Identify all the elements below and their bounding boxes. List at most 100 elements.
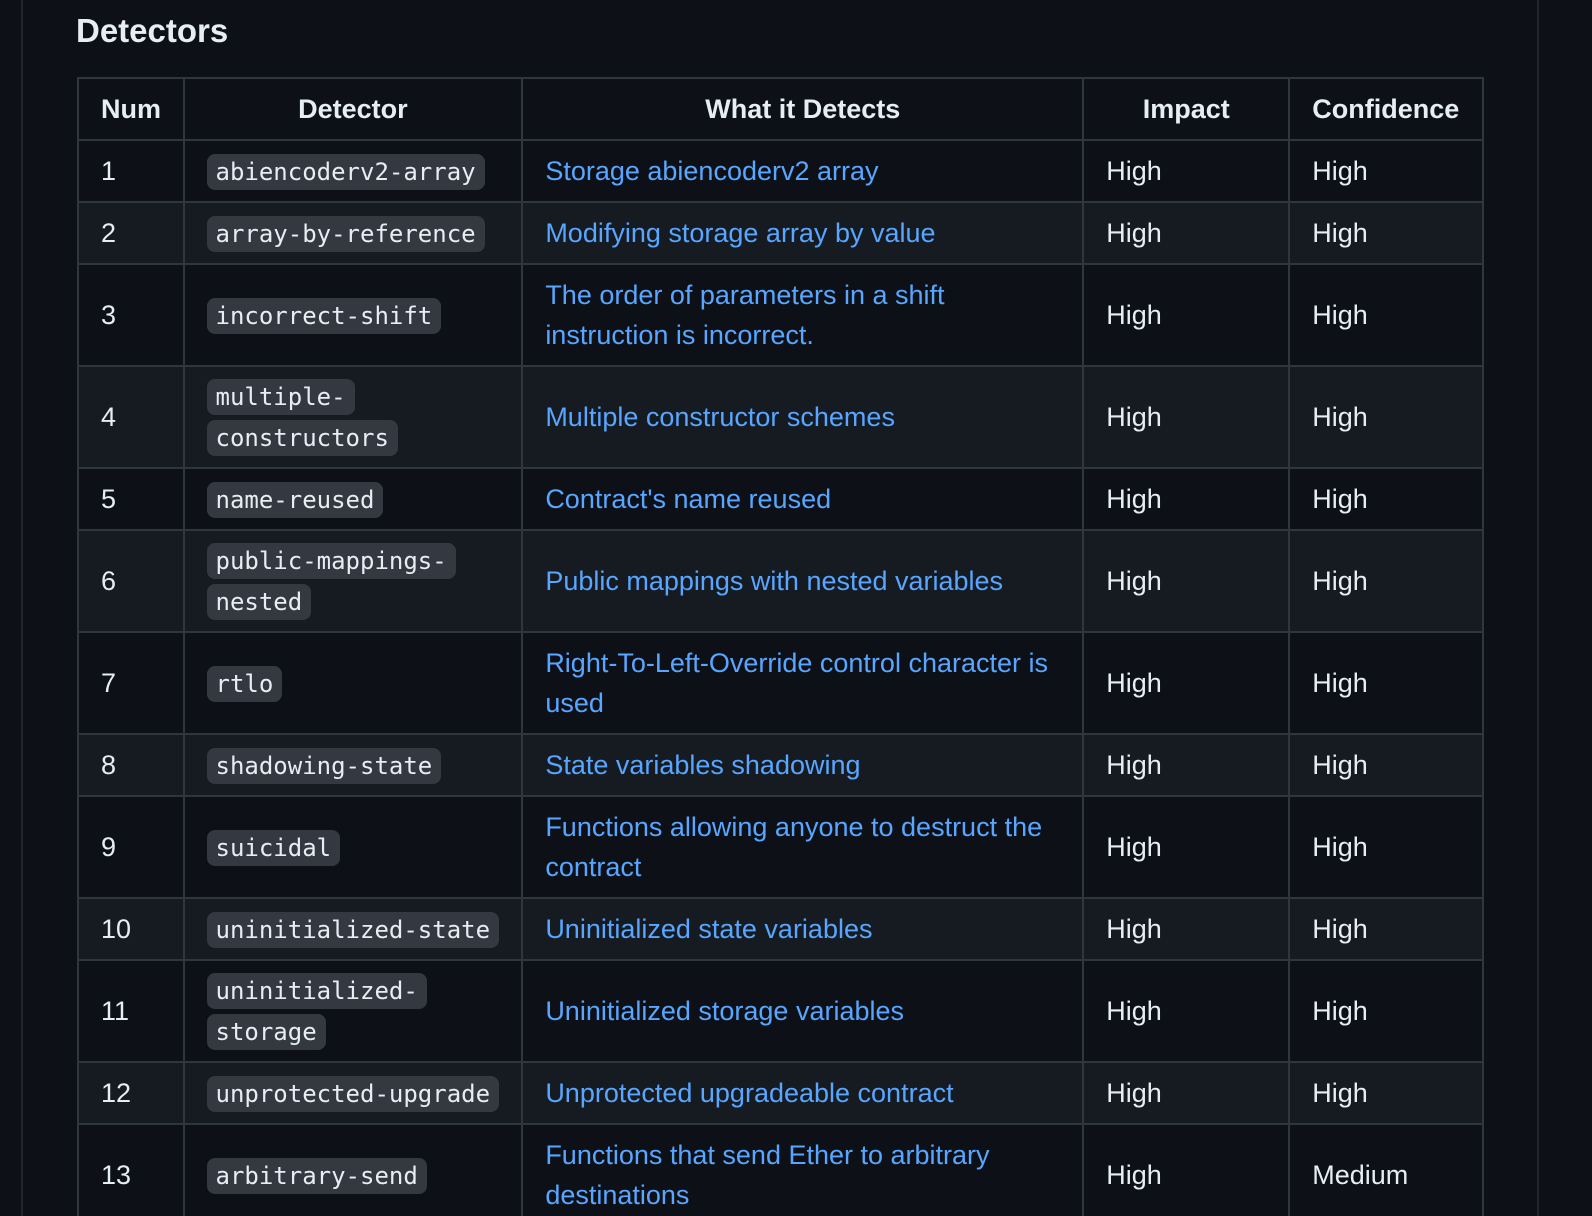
cell-impact: High (1082, 139, 1291, 203)
cell-detects: Functions that send Ether to arbitrary d… (521, 1123, 1085, 1216)
detector-code: uninitialized-state (206, 911, 500, 948)
detector-code: name-reused (206, 481, 384, 518)
cell-confidence: High (1288, 139, 1484, 203)
cell-impact: High (1082, 529, 1291, 633)
cell-detects: Public mappings with nested variables (521, 529, 1085, 633)
detects-link[interactable]: Public mappings with nested variables (545, 566, 1003, 596)
table-row: 8 shadowing-state State variables shadow… (77, 733, 1484, 797)
detector-code: incorrect-shift (206, 297, 442, 334)
table-row: 6 public-mappings-nested Public mappings… (77, 529, 1484, 633)
cell-confidence: High (1288, 795, 1484, 899)
detector-code: array-by-reference (206, 215, 485, 252)
cell-confidence: High (1288, 897, 1484, 961)
table-row: 10 uninitialized-state Uninitialized sta… (77, 897, 1484, 961)
detects-link[interactable]: Right-To-Left-Override control character… (545, 648, 1048, 718)
detectors-table: Num Detector What it Detects Impact Conf… (77, 77, 1484, 1216)
header-what-it-detects: What it Detects (521, 77, 1085, 141)
cell-num: 11 (77, 959, 185, 1063)
table-row: 1 abiencoderv2-array Storage abiencoderv… (77, 139, 1484, 203)
table-row: 5 name-reused Contract's name reused Hig… (77, 467, 1484, 531)
cell-num: 7 (77, 631, 185, 735)
detects-link[interactable]: Functions that send Ether to arbitrary d… (545, 1140, 989, 1210)
cell-impact: High (1082, 1061, 1291, 1125)
detects-link[interactable]: The order of parameters in a shift instr… (545, 280, 944, 350)
table-header-row: Num Detector What it Detects Impact Conf… (77, 77, 1484, 141)
cell-detects: Uninitialized storage variables (521, 959, 1085, 1063)
cell-detects: Unprotected upgradeable contract (521, 1061, 1085, 1125)
detector-code: uninitialized-storage (206, 973, 427, 1050)
cell-num: 10 (77, 897, 185, 961)
detects-link[interactable]: State variables shadowing (545, 750, 860, 780)
table-row: 7 rtlo Right-To-Left-Override control ch… (77, 631, 1484, 735)
cell-detects: The order of parameters in a shift instr… (521, 263, 1085, 367)
cell-detects: Modifying storage array by value (521, 201, 1085, 265)
cell-num: 3 (77, 263, 185, 367)
cell-detects: Contract's name reused (521, 467, 1085, 531)
cell-confidence: High (1288, 959, 1484, 1063)
detector-code: rtlo (206, 665, 283, 702)
detects-link[interactable]: Storage abiencoderv2 array (545, 156, 878, 186)
detector-code: shadowing-state (206, 747, 442, 784)
cell-detector: multiple-constructors (182, 365, 524, 469)
cell-num: 4 (77, 365, 185, 469)
header-confidence: Confidence (1288, 77, 1484, 141)
cell-impact: High (1082, 733, 1291, 797)
detects-link[interactable]: Modifying storage array by value (545, 218, 935, 248)
detects-link[interactable]: Functions allowing anyone to destruct th… (545, 812, 1042, 882)
cell-detector: rtlo (182, 631, 524, 735)
detects-link[interactable]: Uninitialized storage variables (545, 996, 904, 1026)
cell-impact: High (1082, 959, 1291, 1063)
cell-detector: array-by-reference (182, 201, 524, 265)
cell-detects: Functions allowing anyone to destruct th… (521, 795, 1085, 899)
detects-link[interactable]: Contract's name reused (545, 484, 831, 514)
cell-detector: shadowing-state (182, 733, 524, 797)
cell-impact: High (1082, 263, 1291, 367)
cell-detector: incorrect-shift (182, 263, 524, 367)
cell-confidence: High (1288, 201, 1484, 265)
detector-code: suicidal (206, 829, 341, 866)
cell-confidence: Medium (1288, 1123, 1484, 1216)
header-detector: Detector (182, 77, 524, 141)
detects-link[interactable]: Multiple constructor schemes (545, 402, 895, 432)
cell-confidence: High (1288, 365, 1484, 469)
cell-confidence: High (1288, 529, 1484, 633)
cell-confidence: High (1288, 263, 1484, 367)
cell-num: 1 (77, 139, 185, 203)
detects-link[interactable]: Uninitialized state variables (545, 914, 872, 944)
cell-num: 13 (77, 1123, 185, 1216)
table-row: 9 suicidal Functions allowing anyone to … (77, 795, 1484, 899)
cell-detects: Right-To-Left-Override control character… (521, 631, 1085, 735)
table-row: 13 arbitrary-send Functions that send Et… (77, 1123, 1484, 1216)
cell-impact: High (1082, 897, 1291, 961)
detector-code: public-mappings-nested (206, 543, 456, 620)
table-row: 11 uninitialized-storage Uninitialized s… (77, 959, 1484, 1063)
cell-detects: Uninitialized state variables (521, 897, 1085, 961)
detector-code: arbitrary-send (206, 1157, 427, 1194)
cell-num: 6 (77, 529, 185, 633)
header-num: Num (77, 77, 185, 141)
section-title: Detectors (76, 12, 229, 49)
cell-detects: Multiple constructor schemes (521, 365, 1085, 469)
detector-code: multiple-constructors (206, 379, 398, 456)
table-row: 2 array-by-reference Modifying storage a… (77, 201, 1484, 265)
cell-detector: abiencoderv2-array (182, 139, 524, 203)
cell-confidence: High (1288, 631, 1484, 735)
cell-num: 9 (77, 795, 185, 899)
cell-impact: High (1082, 1123, 1291, 1216)
cell-detector: arbitrary-send (182, 1123, 524, 1216)
table-row: 3 incorrect-shift The order of parameter… (77, 263, 1484, 367)
cell-num: 12 (77, 1061, 185, 1125)
cell-detector: uninitialized-storage (182, 959, 524, 1063)
cell-impact: High (1082, 631, 1291, 735)
cell-confidence: High (1288, 1061, 1484, 1125)
detects-link[interactable]: Unprotected upgradeable contract (545, 1078, 953, 1108)
cell-detector: unprotected-upgrade (182, 1061, 524, 1125)
cell-detects: State variables shadowing (521, 733, 1085, 797)
detector-code: unprotected-upgrade (206, 1075, 500, 1112)
cell-detects: Storage abiencoderv2 array (521, 139, 1085, 203)
cell-num: 5 (77, 467, 185, 531)
cell-impact: High (1082, 795, 1291, 899)
header-impact: Impact (1082, 77, 1291, 141)
detector-code: abiencoderv2-array (206, 153, 485, 190)
cell-num: 8 (77, 733, 185, 797)
